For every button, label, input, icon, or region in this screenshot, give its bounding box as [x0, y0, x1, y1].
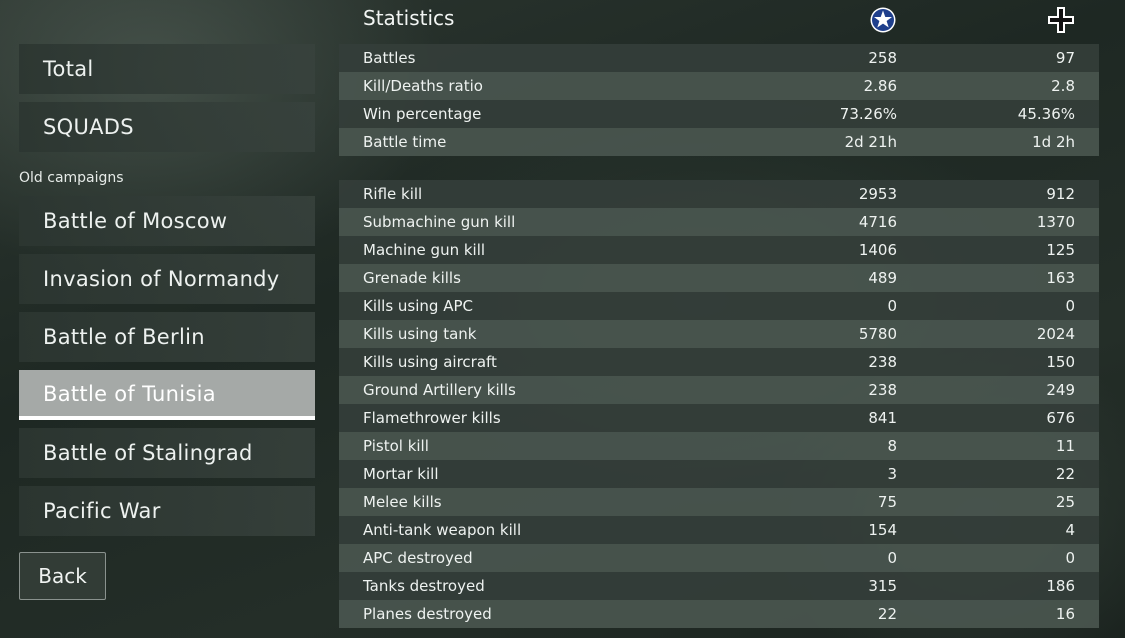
stat-label: Kill/Deaths ratio: [363, 77, 483, 95]
stat-value-axis: 912: [1046, 185, 1075, 203]
stat-value-allies: 238: [868, 381, 897, 399]
allied-star-icon: [870, 7, 896, 33]
stat-label: Rifle kill: [363, 185, 423, 203]
table-row: APC destroyed 0 0: [339, 544, 1099, 572]
stat-value-axis: 0: [1065, 549, 1075, 567]
stat-label: Pistol kill: [363, 437, 429, 455]
stat-value-axis: 249: [1046, 381, 1075, 399]
campaign-battle-of-stalingrad[interactable]: Battle of Stalingrad: [19, 428, 315, 478]
table-row: Machine gun kill 1406 125: [339, 236, 1099, 264]
stat-label: Kills using aircraft: [363, 353, 497, 371]
table-row: Kills using APC 0 0: [339, 292, 1099, 320]
table-row: Rifle kill 2953 912: [339, 180, 1099, 208]
section-label-old-campaigns: Old campaigns: [19, 170, 124, 186]
back-button[interactable]: Back: [19, 552, 106, 600]
table-row: Battles 258 97: [339, 44, 1099, 72]
stat-value-allies: 489: [868, 269, 897, 287]
stat-value-axis: 125: [1046, 241, 1075, 259]
combat-stats-table: Rifle kill 2953 912 Submachine gun kill …: [339, 180, 1099, 628]
stat-label: APC destroyed: [363, 549, 473, 567]
table-row: Battle time 2d 21h 1d 2h: [339, 128, 1099, 156]
stat-value-allies: 2953: [858, 185, 897, 203]
table-row: Grenade kills 489 163: [339, 264, 1099, 292]
stat-value-axis: 25: [1055, 493, 1075, 511]
table-row: Melee kills 75 25: [339, 488, 1099, 516]
stat-value-allies: 22: [877, 605, 897, 623]
stat-value-axis: 1370: [1036, 213, 1075, 231]
table-row: Kill/Deaths ratio 2.86 2.8: [339, 72, 1099, 100]
stat-value-allies: 8: [887, 437, 897, 455]
stat-value-allies: 315: [868, 577, 897, 595]
table-row: Kills using aircraft 238 150: [339, 348, 1099, 376]
campaign-pacific-war[interactable]: Pacific War: [19, 486, 315, 536]
table-row: Flamethrower kills 841 676: [339, 404, 1099, 432]
campaign-battle-of-berlin[interactable]: Battle of Berlin: [19, 312, 315, 362]
stat-value-axis: 1d 2h: [1032, 133, 1075, 151]
stat-value-allies: 841: [868, 409, 897, 427]
stat-value-allies: 0: [887, 549, 897, 567]
stat-value-allies: 75: [877, 493, 897, 511]
stat-label: Ground Artillery kills: [363, 381, 516, 399]
stat-label: Battle time: [363, 133, 447, 151]
table-row: Mortar kill 3 22: [339, 460, 1099, 488]
stat-label: Grenade kills: [363, 269, 461, 287]
campaign-battle-of-tunisia[interactable]: Battle of Tunisia: [19, 370, 315, 420]
stat-value-allies: 3: [887, 465, 897, 483]
stat-value-allies: 2.86: [863, 77, 897, 95]
stat-value-axis: 186: [1046, 577, 1075, 595]
stat-value-allies: 4716: [858, 213, 897, 231]
stat-value-allies: 2d 21h: [844, 133, 897, 151]
stat-label: Tanks destroyed: [363, 577, 485, 595]
stat-label: Planes destroyed: [363, 605, 492, 623]
campaign-battle-of-moscow[interactable]: Battle of Moscow: [19, 196, 315, 246]
stat-value-allies: 5780: [858, 325, 897, 343]
general-stats-table: Battles 258 97 Kill/Deaths ratio 2.86 2.…: [339, 44, 1099, 156]
table-row: Anti-tank weapon kill 154 4: [339, 516, 1099, 544]
table-row: Submachine gun kill 4716 1370: [339, 208, 1099, 236]
stat-value-allies: 238: [868, 353, 897, 371]
stat-label: Kills using APC: [363, 297, 473, 315]
stat-label: Machine gun kill: [363, 241, 486, 259]
table-row: Tanks destroyed 315 186: [339, 572, 1099, 600]
stat-value-axis: 163: [1046, 269, 1075, 287]
table-row: Planes destroyed 22 16: [339, 600, 1099, 628]
sidebar-item-squads[interactable]: SQUADS: [19, 102, 315, 152]
table-row: Kills using tank 5780 2024: [339, 320, 1099, 348]
stat-value-axis: 0: [1065, 297, 1075, 315]
stat-value-axis: 4: [1065, 521, 1075, 539]
stat-label: Submachine gun kill: [363, 213, 516, 231]
stat-label: Mortar kill: [363, 465, 439, 483]
stat-value-axis: 97: [1055, 49, 1075, 67]
stat-label: Win percentage: [363, 105, 482, 123]
stat-label: Kills using tank: [363, 325, 477, 343]
table-row: Ground Artillery kills 238 249: [339, 376, 1099, 404]
stat-value-allies: 1406: [858, 241, 897, 259]
stat-value-axis: 11: [1055, 437, 1075, 455]
stat-label: Flamethrower kills: [363, 409, 501, 427]
stat-value-axis: 45.36%: [1017, 105, 1075, 123]
stat-label: Anti-tank weapon kill: [363, 521, 522, 539]
stat-value-axis: 22: [1055, 465, 1075, 483]
stat-value-axis: 2.8: [1051, 77, 1075, 95]
stat-value-axis: 676: [1046, 409, 1075, 427]
page-title: Statistics: [363, 6, 455, 30]
stat-value-allies: 154: [868, 521, 897, 539]
stat-label: Melee kills: [363, 493, 442, 511]
table-row: Win percentage 73.26% 45.36%: [339, 100, 1099, 128]
stat-value-allies: 73.26%: [839, 105, 897, 123]
stat-value-axis: 150: [1046, 353, 1075, 371]
table-row: Pistol kill 8 11: [339, 432, 1099, 460]
stat-label: Battles: [363, 49, 416, 67]
axis-cross-icon: [1048, 7, 1074, 33]
campaign-invasion-of-normandy[interactable]: Invasion of Normandy: [19, 254, 315, 304]
stat-value-axis: 2024: [1036, 325, 1075, 343]
stat-value-allies: 258: [868, 49, 897, 67]
stat-value-allies: 0: [887, 297, 897, 315]
stat-value-axis: 16: [1055, 605, 1075, 623]
sidebar-item-total[interactable]: Total: [19, 44, 315, 94]
